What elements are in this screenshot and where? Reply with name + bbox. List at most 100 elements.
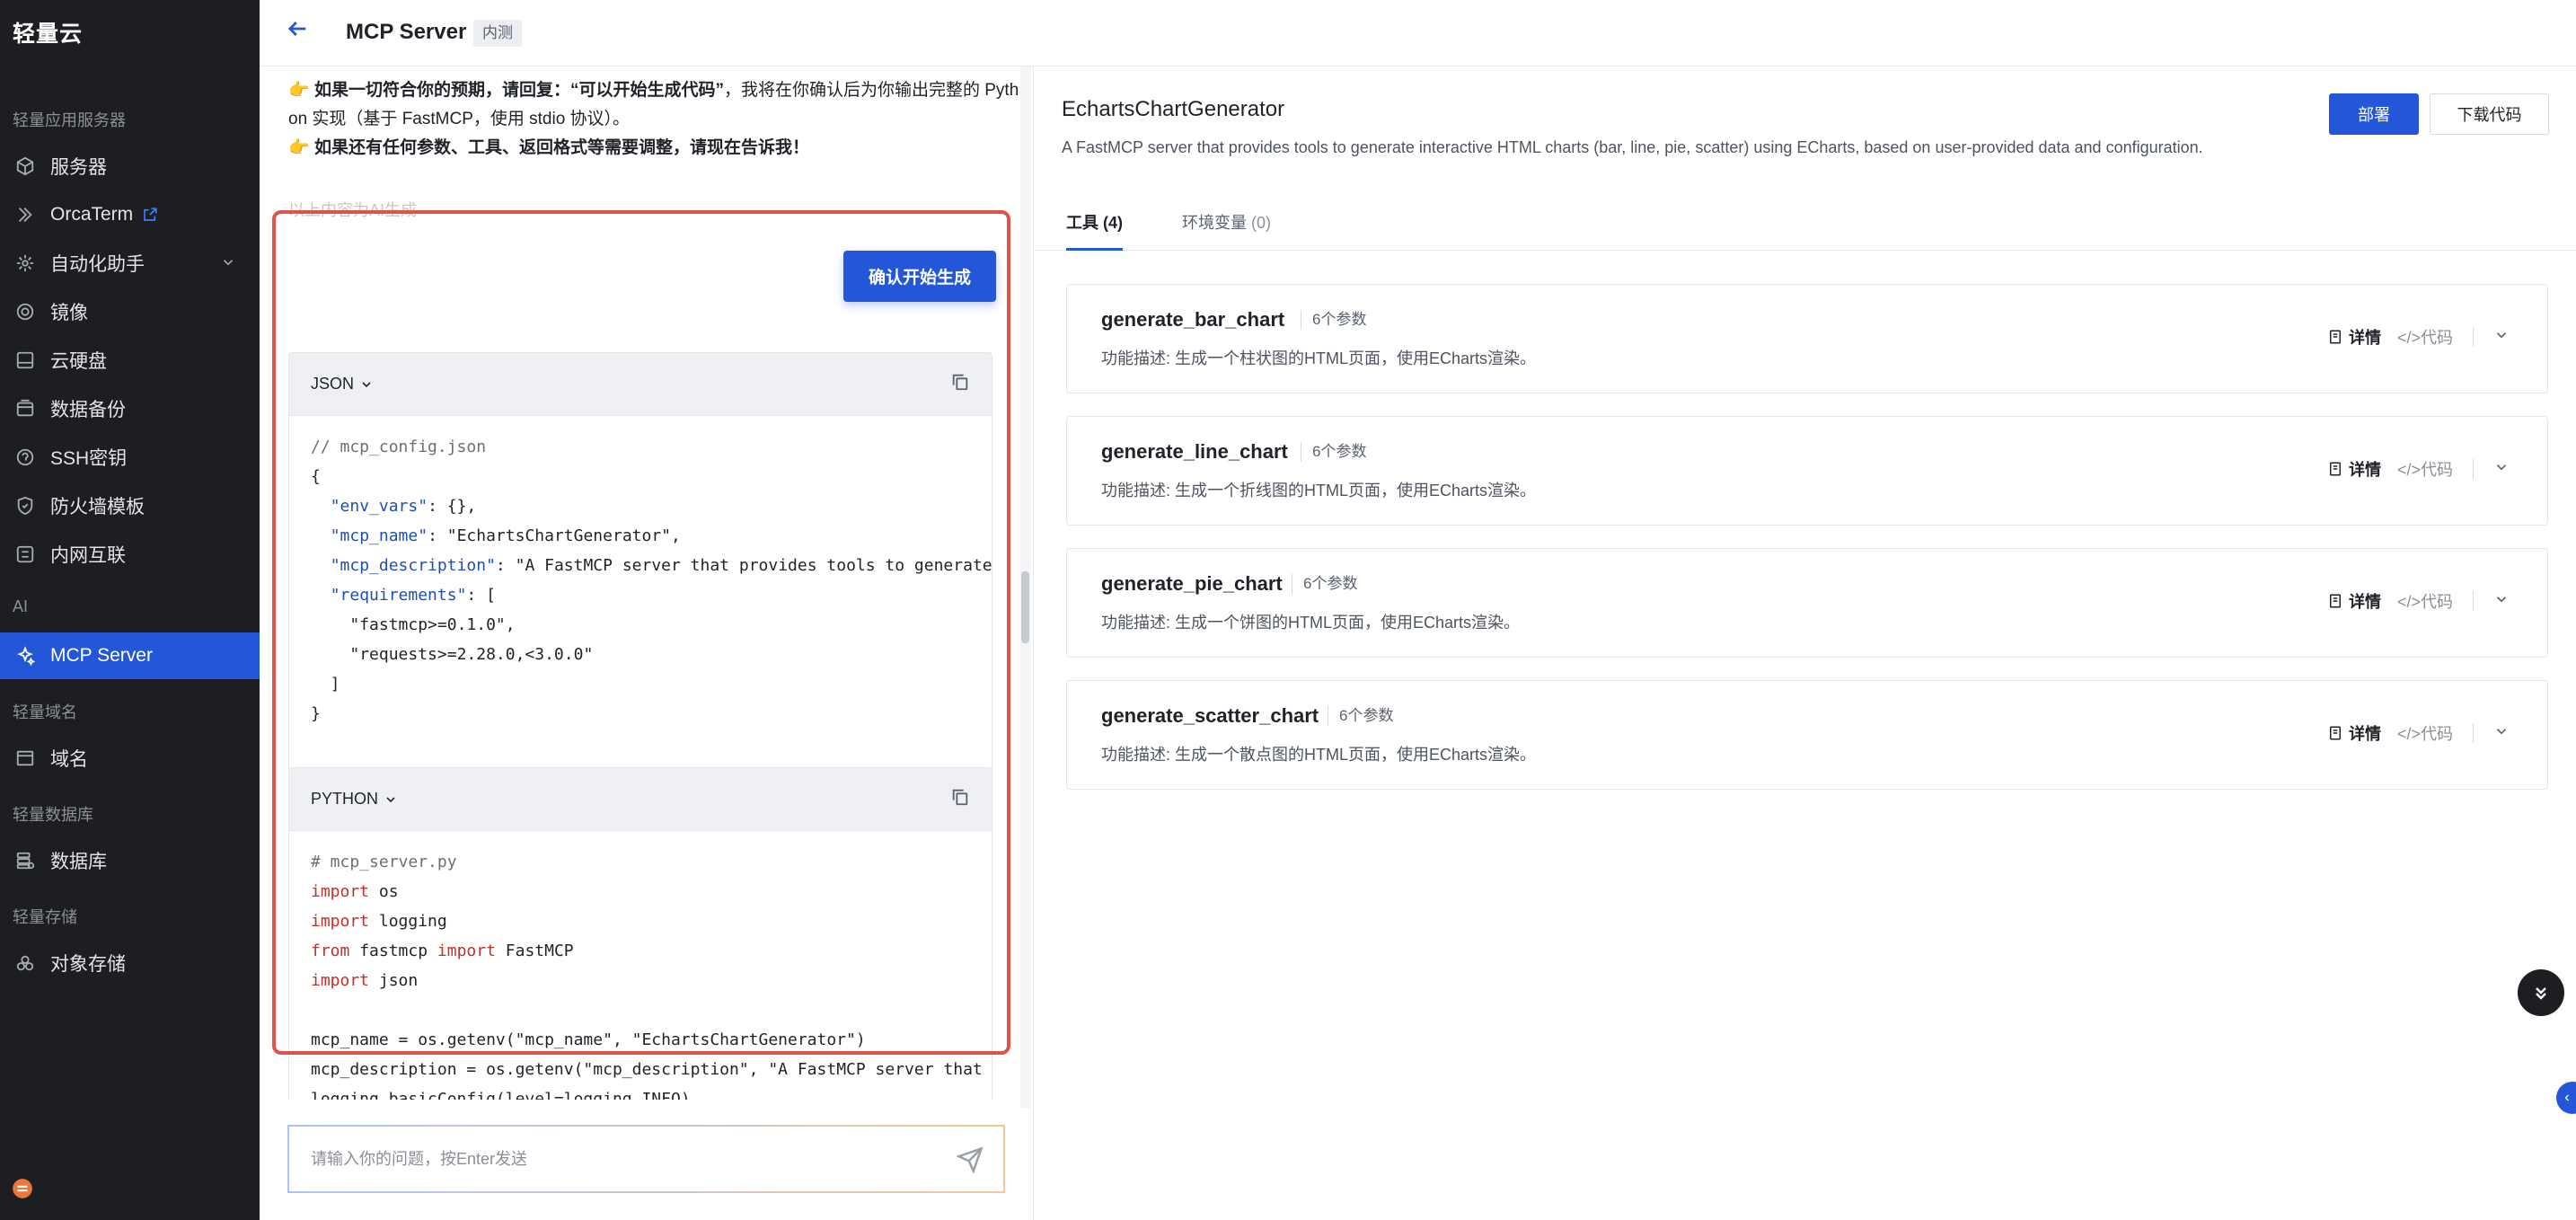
chevron-down-icon[interactable] [220,254,236,270]
sidebar-item-database[interactable]: 数据库 [0,837,260,884]
brand-logo[interactable]: 轻量云 [13,16,83,49]
sidebar-item-ssh-key[interactable]: SSH密钥 [0,434,260,481]
chat-message-bold: 如果一切符合你的预期，请回复：“可以开始生成代码” [313,81,724,100]
divider [2473,591,2474,611]
language-label: PYTHON [311,790,379,808]
chevron-down-icon [362,381,371,387]
chat-message-bold: 如果还有任何参数、工具、返回格式等需要调整，请现在告诉我！ [313,138,809,157]
scroll-to-bottom-button[interactable] [2518,969,2564,1016]
download-code-button[interactable]: 下载代码 [2430,93,2549,135]
code-line: } [311,704,321,723]
chevron-down-icon[interactable] [2493,327,2510,348]
tab-count: (4) [1103,214,1124,232]
tool-param-count: 6个参数 [1292,574,1357,594]
code-line: { [311,467,321,486]
sidebar-item-cloud-disk[interactable]: 云硬盘 [0,337,260,384]
nav-group-database: 轻量数据库 [13,806,93,824]
hand-point-icon: 👉 [288,138,310,157]
server-description: A FastMCP server that provides tools to … [1062,138,2203,156]
page-header: MCP Server 内测 [260,0,2576,66]
sidebar-item-label: OrcaTerm [50,204,134,225]
detail-button[interactable]: 详情 [2327,721,2381,745]
tab-env-vars[interactable]: 环境变量 (0) [1182,210,1271,251]
code-line: "mcp_description": "A FastMCP server tha… [330,556,992,575]
sidebar-item-image[interactable]: 镜像 [0,288,260,335]
sidebar-item-automation[interactable]: 自动化助手 [0,240,260,287]
sidebar-item-label: 云硬盘 [50,351,107,372]
code-button[interactable]: </>代码 [2397,589,2453,613]
external-link-icon [142,207,158,223]
server-detail-panel: EchartsChartGenerator A FastMCP server t… [1035,66,2576,1220]
send-icon[interactable] [956,1146,984,1174]
code-line: "env_vars": {}, [330,497,477,516]
copy-icon[interactable] [950,372,970,396]
language-label: JSON [311,375,355,393]
sidebar-item-orcaterm[interactable]: OrcaTerm [0,191,260,238]
sidebar-item-label: SSH密钥 [50,448,128,469]
sidebar-item-server[interactable]: 服务器 [0,143,260,190]
back-arrow-icon[interactable] [285,16,313,45]
tool-param-count: 6个参数 [1301,442,1366,462]
sidebar-item-label: 数据备份 [50,400,126,420]
deploy-button[interactable]: 部署 [2329,93,2419,135]
sidebar-item-object-storage[interactable]: 对象存储 [0,940,260,986]
code-button[interactable]: </>代码 [2397,325,2453,349]
chat-input[interactable] [289,1127,918,1191]
tool-actions: 详情 </>代码 [2327,457,2510,481]
sidebar-item-domain[interactable]: 域名 [0,735,260,782]
database-icon [14,850,36,871]
divider [2473,327,2474,347]
tool-card[interactable]: generate_pie_chart 6个参数 功能描述: 生成一个饼图的HTM… [1066,548,2548,658]
chat-scrollbar-thumb[interactable] [1021,571,1029,643]
code-line: import json [311,971,419,990]
language-selector[interactable]: JSON [311,375,374,393]
tool-description: 功能描述: 生成一个散点图的HTML页面，使用ECharts渲染。 [1101,746,1537,764]
sidebar-item-backup[interactable]: 数据备份 [0,385,260,432]
code-line: "fastmcp>=0.1.0", [349,615,516,634]
confirm-generate-button[interactable]: 确认开始生成 [843,251,996,302]
sidebar-item-intranet[interactable]: 内网互联 [0,531,260,578]
nav-group-storage: 轻量存储 [13,908,77,926]
tool-description: 功能描述: 生成一个柱状图的HTML页面，使用ECharts渲染。 [1101,349,1537,367]
tab-tools[interactable]: 工具 (4) [1066,210,1124,251]
code-line: # mcp_server.py [311,853,457,871]
detail-button[interactable]: 详情 [2327,589,2381,613]
tool-param-count: 6个参数 [1328,706,1393,726]
detail-button[interactable]: 详情 [2327,457,2381,481]
chevron-down-icon [386,796,395,802]
tool-actions: 详情 </>代码 [2327,721,2510,745]
tab-label: 环境变量 [1182,214,1247,232]
chevron-down-icon[interactable] [2493,723,2510,744]
code-line: "requests>=2.28.0,<3.0.0" [349,645,594,664]
tool-name: generate_pie_chart [1101,572,1283,595]
domain-icon [14,747,36,769]
tool-name: generate_scatter_chart [1101,704,1319,727]
code-block-header: PYTHON [289,768,992,831]
tool-name: generate_line_chart [1101,440,1288,463]
tool-param-count: 6个参数 [1301,310,1366,330]
chat-message-text: ，我将在你确认后为你输出完整的 Pyth [723,81,1019,100]
tool-card[interactable]: generate_scatter_chart 6个参数 功能描述: 生成一个散点… [1066,680,2548,790]
automation-icon [14,252,36,274]
code-line: "mcp_name": "EchartsChartGenerator", [330,526,681,545]
code-button[interactable]: </>代码 [2397,721,2453,745]
code-block-header: JSON [289,353,992,416]
chevron-down-icon[interactable] [2493,591,2510,612]
chat-input-box [287,1125,1005,1193]
sidebar-item-mcp-server[interactable]: MCP Server [0,632,260,679]
detail-button[interactable]: 详情 [2327,325,2381,349]
beta-badge: 内测 [473,20,522,47]
document-icon [2329,726,2341,740]
chat-message-line: on 实现（基于 FastMCP，使用 stdio 协议）。 [288,106,630,133]
chevron-down-icon[interactable] [2493,459,2510,480]
sidebar-item-firewall[interactable]: 防火墙模板 [0,482,260,529]
language-selector[interactable]: PYTHON [311,790,398,809]
tool-card[interactable]: generate_line_chart 6个参数 功能描述: 生成一个折线图的H… [1066,416,2548,526]
collapse-sidebar-icon[interactable] [11,1177,34,1200]
tool-card[interactable]: generate_bar_chart 6个参数 功能描述: 生成一个柱状图的HT… [1066,284,2548,393]
code-button[interactable]: </>代码 [2397,457,2453,481]
backup-icon [14,398,36,420]
document-icon [2329,330,2341,344]
copy-icon[interactable] [950,787,970,811]
